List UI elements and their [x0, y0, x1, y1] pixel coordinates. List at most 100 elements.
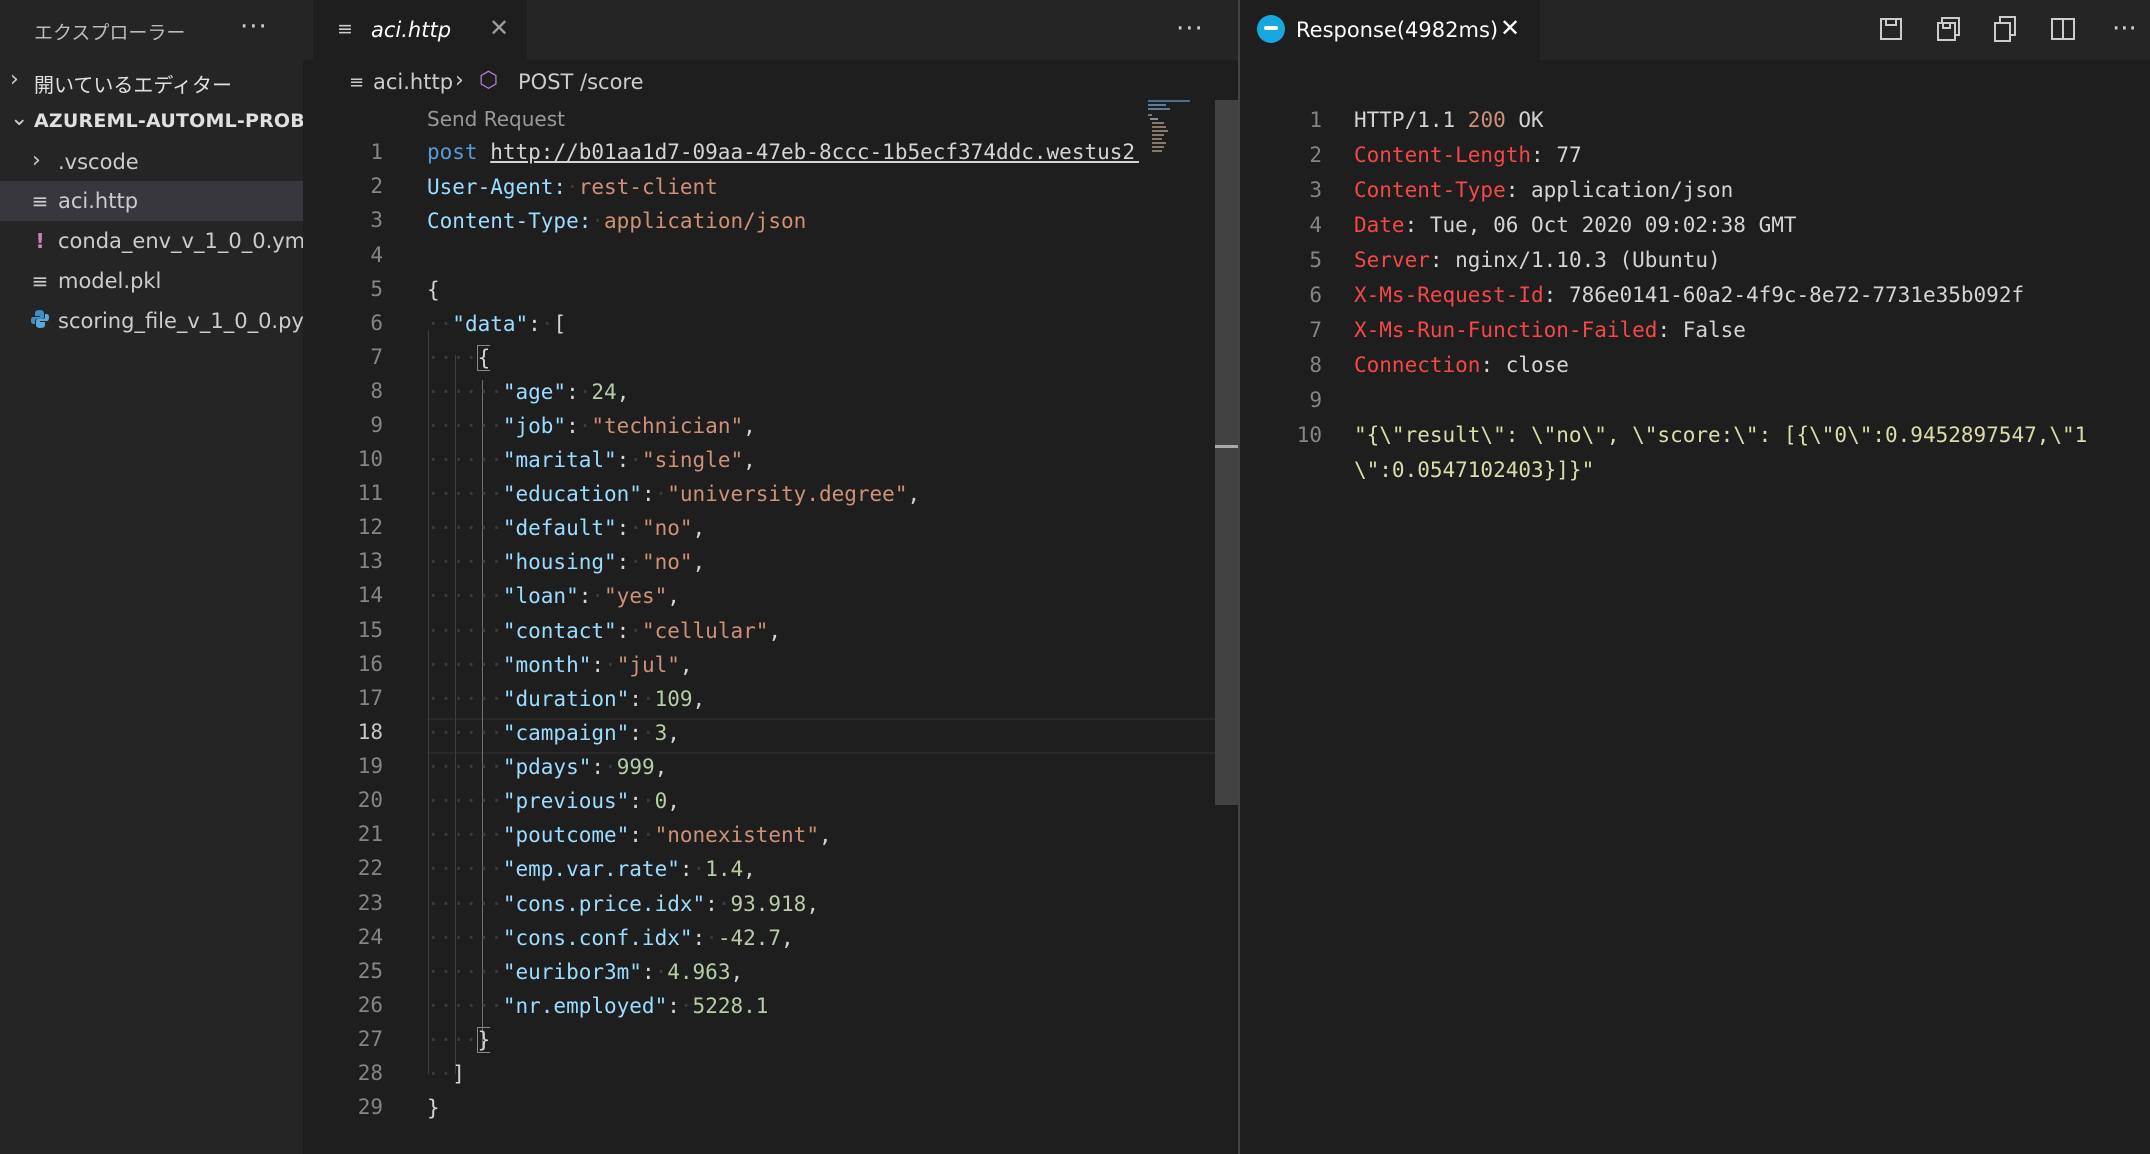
close-icon[interactable]: ✕: [489, 14, 509, 42]
response-header-line: X-Ms-Request-Id: 786e0141-60a2-4f9c-8e72…: [1354, 283, 2025, 307]
minimap[interactable]: [1146, 100, 1202, 160]
line-number: 29: [357, 1095, 383, 1119]
breadcrumb-symbol[interactable]: POST /score: [518, 70, 644, 94]
code-line: ······"duration":·109,: [427, 687, 706, 711]
send-request-codelens[interactable]: Send Request: [427, 107, 565, 131]
code-line: ······"euribor3m":·4.963,: [427, 960, 744, 984]
editor-more-icon[interactable]: ···: [1176, 14, 1204, 44]
code-line: ······"cons.conf.idx":·-42.7,: [427, 926, 794, 950]
sidebar-item-vscode[interactable]: › .vscode: [0, 142, 303, 182]
tab-response[interactable]: Response(4982ms) ✕: [1240, 0, 1540, 60]
line-number: 8: [1309, 353, 1322, 377]
line-number: 2: [1309, 143, 1322, 167]
line-number: 1: [370, 140, 383, 164]
symbol-cube-icon: ⬡: [479, 68, 499, 93]
line-number: 7: [370, 345, 383, 369]
explorer-header: エクスプローラー ···: [0, 0, 303, 60]
open-editors-section[interactable]: › 開いているエディター: [0, 62, 303, 98]
code-line: ······"housing":·"no",: [427, 550, 706, 574]
header-name: X-Ms-Run-Function-Failed: [1354, 318, 1658, 342]
status-protocol: HTTP/1.1: [1354, 108, 1468, 132]
code-line: ······"poutcome":·"nonexistent",: [427, 823, 832, 847]
sidebar-item-aci-http[interactable]: ≡ aci.http: [0, 181, 303, 221]
python-icon: [30, 309, 50, 333]
line-number: 28: [357, 1061, 383, 1085]
exclamation-icon: !: [35, 229, 45, 253]
status-text: OK: [1505, 108, 1544, 132]
project-folder-label: AZUREML-AUTOML-PROB...: [34, 110, 328, 132]
close-icon[interactable]: ✕: [1500, 14, 1520, 42]
tab-label: Response(4982ms): [1296, 18, 1499, 42]
line-number: 11: [357, 481, 383, 505]
chevron-right-icon: ›: [32, 148, 41, 173]
header-value: nginx/1.10.3 (Ubuntu): [1455, 248, 1721, 272]
tab-aci-http[interactable]: ≡ aci.http ✕: [313, 0, 527, 60]
code-line: ······"marital":·"single",: [427, 448, 756, 472]
code-line: Content-Type:·application/json: [427, 209, 807, 233]
code-line: ······"default":·"no",: [427, 516, 706, 540]
sidebar-item-model-pkl[interactable]: ≡ model.pkl: [0, 261, 303, 301]
status-code: 200: [1467, 108, 1506, 132]
code-line: ······"emp.var.rate":·1.4,: [427, 857, 756, 881]
save-body-icon[interactable]: [1934, 14, 1964, 44]
line-number: 15: [357, 618, 383, 642]
line-number: 17: [357, 686, 383, 710]
chevron-right-icon: ›: [10, 67, 19, 92]
response-header-line: Connection: close: [1354, 353, 1569, 377]
line-number: 2: [370, 174, 383, 198]
line-number: 25: [357, 959, 383, 983]
response-header-line: X-Ms-Run-Function-Failed: False: [1354, 318, 1746, 342]
header-value: Tue, 06 Oct 2020 09:02:38 GMT: [1429, 213, 1797, 237]
sidebar-item-conda-env[interactable]: ! conda_env_v_1_0_0.yml: [0, 221, 311, 261]
response-header-line: Server: nginx/1.10.3 (Ubuntu): [1354, 248, 1721, 272]
code-line: }: [427, 1096, 440, 1120]
header-name: Connection: [1354, 353, 1481, 377]
header-name: Content-Type: [1354, 178, 1506, 202]
line-number: 23: [357, 891, 383, 915]
header-value: 77: [1556, 143, 1582, 167]
explorer-more-icon[interactable]: ···: [240, 12, 268, 42]
line-number: 20: [357, 788, 383, 812]
code-line: ······"contact":·"cellular",: [427, 619, 782, 643]
code-line: User-Agent:·rest-client: [427, 175, 718, 199]
line-number: 6: [370, 311, 383, 335]
line-number: 4: [1309, 213, 1322, 237]
file-lines-icon: ≡: [349, 72, 365, 93]
code-line: ······"loan":·"yes",: [427, 584, 680, 608]
project-folder-section[interactable]: ⌄ AZUREML-AUTOML-PROB...: [0, 103, 327, 139]
code-line: ····}: [427, 1027, 491, 1053]
request-editor-group: ≡ aci.http ✕ ··· ≡ aci.http › ⬡ POST /sc…: [303, 0, 1267, 1154]
explorer-title: エクスプローラー: [34, 22, 186, 44]
response-header-line: Content-Length: 77: [1354, 143, 1582, 167]
line-number: 9: [370, 413, 383, 437]
code-line: ······"job":·"technician",: [427, 414, 756, 438]
split-editor-icon[interactable]: [2048, 14, 2078, 44]
header-value: close: [1505, 353, 1569, 377]
code-line: ······"education":·"university.degree",: [427, 482, 921, 506]
editor-tabbar: ≡ aci.http ✕ ···: [303, 0, 1238, 60]
response-tabbar: Response(4982ms) ✕ ···: [1240, 0, 2150, 60]
open-editors-label: 開いているエディター: [34, 73, 232, 97]
response-body-line-wrapped: \":0.0547102403}]}": [1354, 458, 1595, 482]
breadcrumb: ≡ aci.http › ⬡ POST /score: [303, 60, 1238, 104]
copy-icon[interactable]: [1990, 14, 2020, 44]
editor-vertical-scrollbar[interactable]: [1215, 100, 1239, 805]
breadcrumb-file[interactable]: aci.http: [373, 70, 453, 94]
sidebar-item-label: conda_env_v_1_0_0.yml: [58, 229, 311, 253]
line-number: 8: [370, 379, 383, 403]
line-number: 13: [357, 549, 383, 573]
line-number: 5: [370, 277, 383, 301]
code-line: ······"nr.employed":·5228.1: [427, 994, 769, 1018]
response-header-line: Date: Tue, 06 Oct 2020 09:02:38 GMT: [1354, 213, 1797, 237]
code-line: ··"data":·[: [427, 312, 567, 336]
sidebar-item-scoring-file[interactable]: scoring_file_v_1_0_0.py: [0, 301, 304, 341]
code-line: ··]: [427, 1062, 465, 1086]
code-line: ······"cons.price.idx":·93.918,: [427, 892, 819, 916]
file-lines-icon: ≡: [337, 18, 353, 40]
line-number: 19: [357, 754, 383, 778]
line-number: 14: [357, 583, 383, 607]
line-number: 5: [1309, 248, 1322, 272]
more-icon[interactable]: ···: [2112, 14, 2137, 44]
save-icon[interactable]: [1876, 14, 1906, 44]
